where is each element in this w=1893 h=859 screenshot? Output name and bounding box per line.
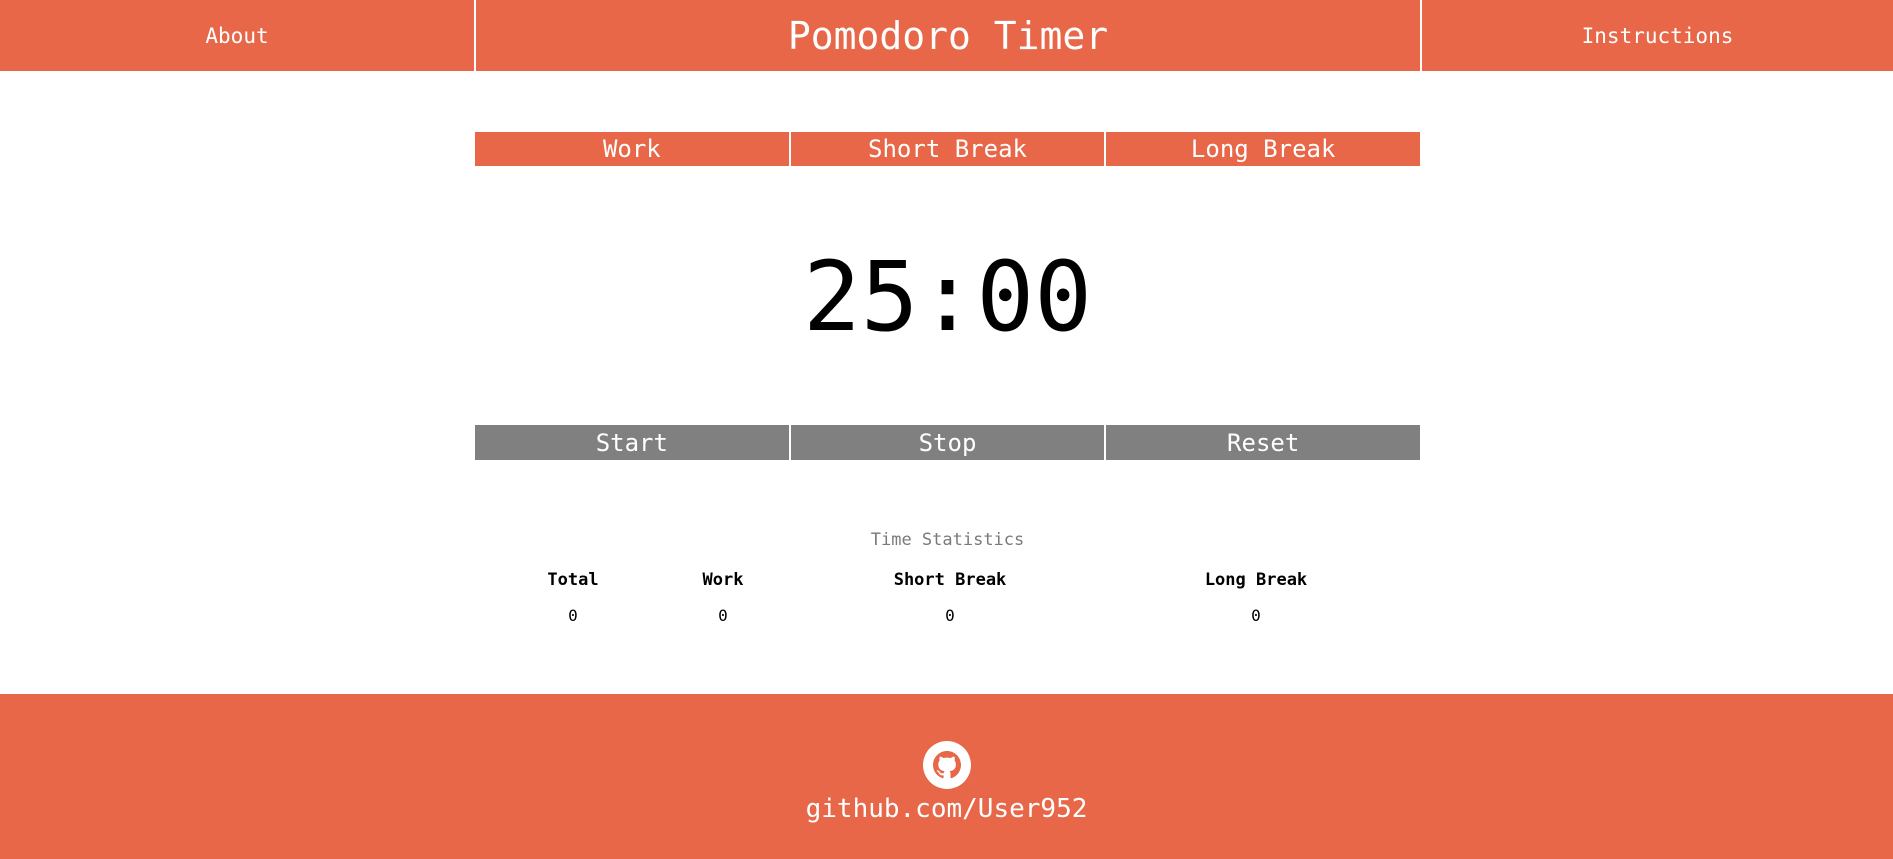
stat-total: Total 0 (513, 570, 633, 625)
header-bar: About Pomodoro Timer Instructions (0, 0, 1893, 71)
stat-work-label: Work (702, 570, 744, 590)
stat-work: Work 0 (663, 570, 783, 625)
stat-total-label: Total (547, 570, 599, 590)
stat-short-break-value: 0 (945, 606, 955, 625)
start-button[interactable]: Start (475, 425, 789, 460)
stat-work-value: 0 (718, 606, 728, 625)
reset-button[interactable]: Reset (1104, 425, 1421, 460)
about-link[interactable]: About (0, 0, 476, 71)
github-link[interactable]: github.com/User952 (0, 794, 1893, 824)
stat-long-break-label: Long Break (1204, 570, 1308, 590)
stat-short-break-label: Short Break (893, 570, 1007, 590)
page: About Pomodoro Timer Instructions Work S… (0, 0, 1893, 859)
about-label: About (205, 23, 269, 48)
short-break-mode-button[interactable]: Short Break (788, 132, 1105, 166)
stat-long-break: Long Break 0 (1156, 570, 1356, 625)
instructions-label: Instructions (1581, 23, 1734, 48)
instructions-link[interactable]: Instructions (1422, 0, 1893, 71)
stat-short-break: Short Break 0 (860, 570, 1040, 625)
stop-button[interactable]: Stop (788, 425, 1105, 460)
footer: github.com/User952 (0, 694, 1893, 859)
timer-display: 25:00 (803, 241, 1092, 353)
github-icon[interactable] (923, 741, 971, 789)
timer-controls: Start Stop Reset (475, 425, 1421, 460)
mode-tabs: Work Short Break Long Break (475, 132, 1421, 166)
long-break-mode-button[interactable]: Long Break (1104, 132, 1421, 166)
page-title: Pomodoro Timer (476, 0, 1422, 71)
stat-total-value: 0 (568, 606, 578, 625)
page-title-text: Pomodoro Timer (787, 13, 1109, 58)
work-mode-button[interactable]: Work (475, 132, 789, 166)
stat-long-break-value: 0 (1251, 606, 1261, 625)
stats-title: Time Statistics (870, 530, 1025, 550)
